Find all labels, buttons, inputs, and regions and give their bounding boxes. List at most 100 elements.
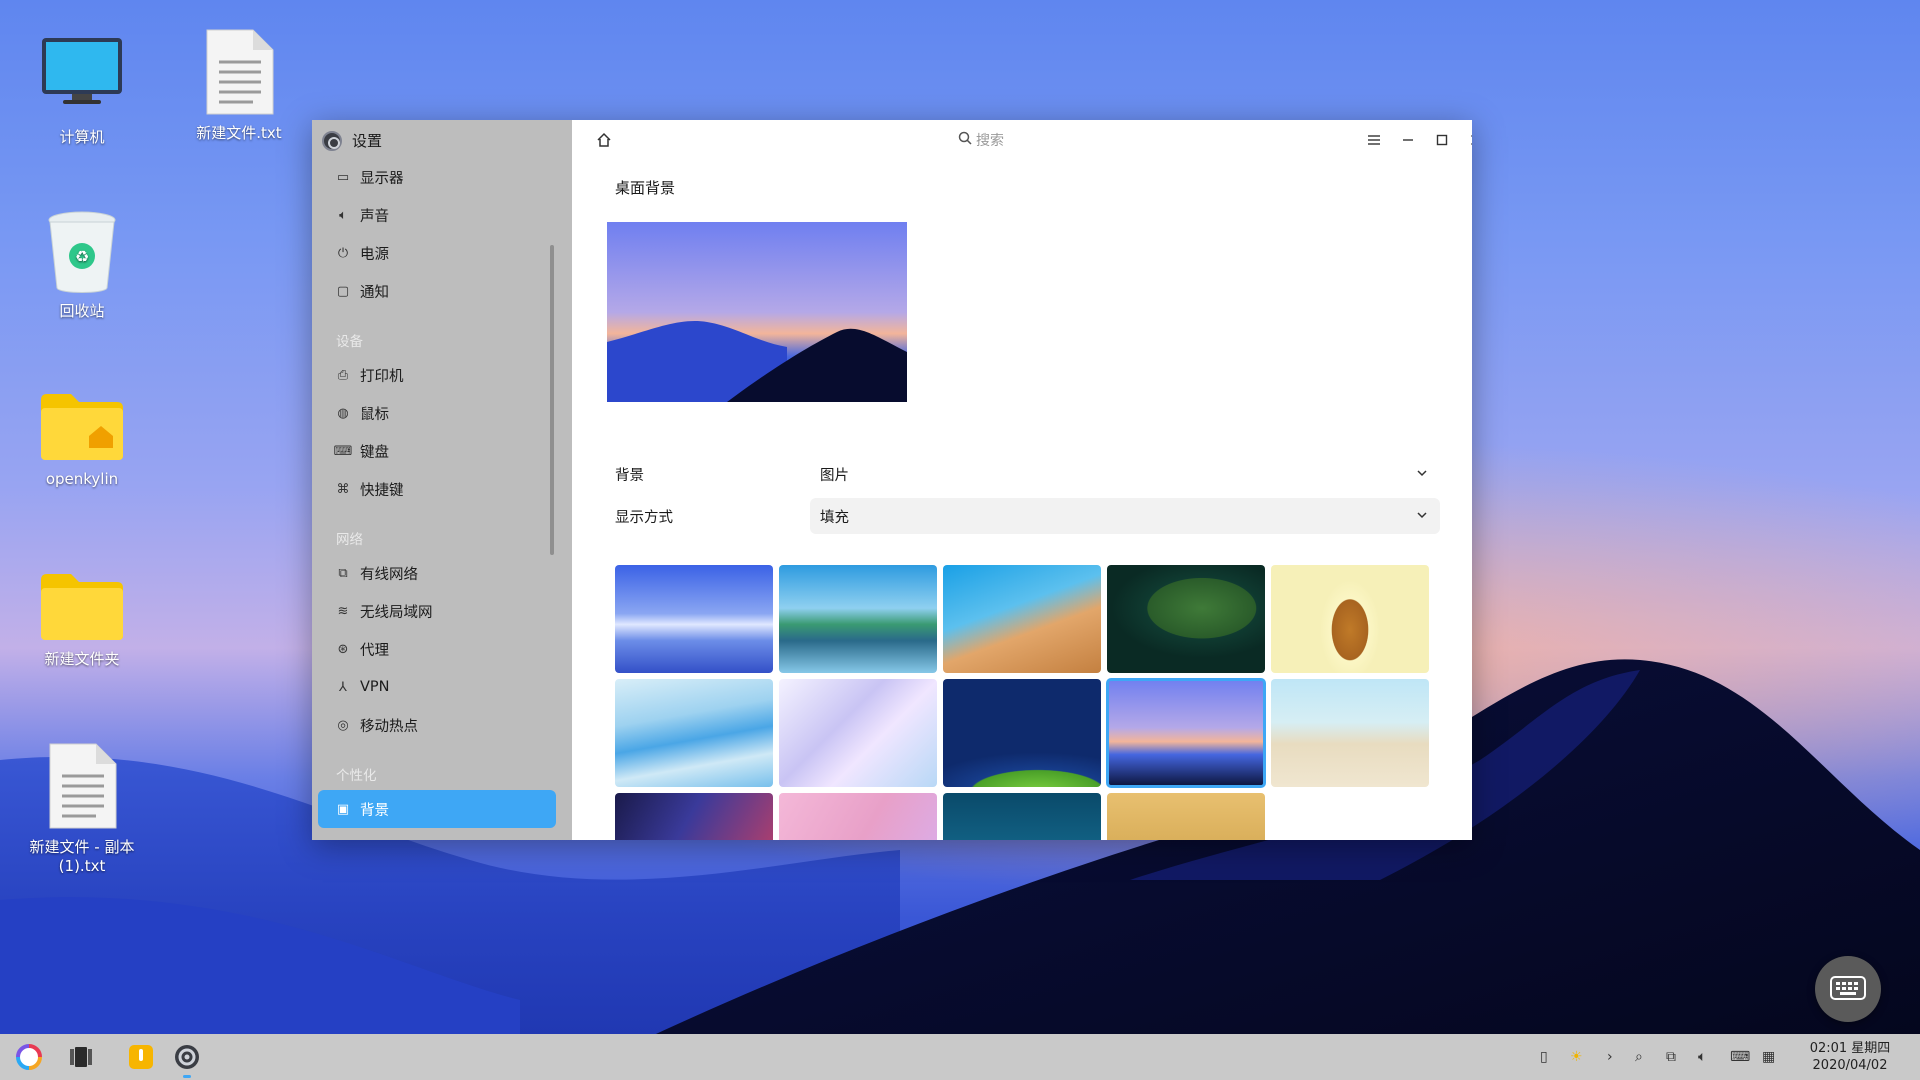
sidebar-item-keyboard[interactable]: ⌨ 键盘 [318,432,556,470]
section-title: 桌面背景 [615,179,676,197]
wallpaper-thumb-selected[interactable] [1106,678,1266,788]
wallpaper-thumb[interactable] [779,679,937,787]
desktop-icon-text-file[interactable]: 新建文件.txt [174,28,304,143]
svg-text:♻: ♻ [75,247,89,266]
clock-time: 02:01 星期四 [1809,1041,1891,1056]
hotspot-icon: ◎ [337,717,349,733]
wallpaper-thumb[interactable] [1107,793,1265,840]
sidebar-item-label: 有线网络 [360,566,418,583]
wallpaper-thumb[interactable] [779,565,937,673]
sidebar-item-hotspot[interactable]: ◎ 移动热点 [318,706,556,744]
sidebar-item-vpn[interactable]: ⅄ VPN [318,668,556,706]
background-type-value: 图片 [820,467,849,484]
wallpaper-thumb[interactable] [615,793,773,840]
settings-main: 搜索 桌面背景 背景 图片 显示方式 填充 [572,120,1472,840]
clock[interactable]: 02:01 星期四 2020/04/02 [1790,1040,1910,1074]
keyboard-layout-icon[interactable]: ⌨ [1730,1049,1750,1065]
settings-nav: ▭ 显示器 🔈︎ 声音 ⏻ 电源 ▢ 通知 设备 ⎙ 打印机 ◍ 鼠标 ⌨ 键盘 ⌘ 快捷键 网… [318,158,556,828]
wallpaper-thumb[interactable] [1271,565,1429,673]
sidebar-item-display[interactable]: ▭ 显示器 [318,158,556,196]
network-icon[interactable]: ⧉ [1666,1049,1676,1065]
desktop-icon-text-file-copy[interactable]: 新建文件 - 副本 (1).txt [17,742,147,876]
display-mode-row: 显示方式 填充 [615,498,1440,534]
image-icon: ▣ [336,801,350,817]
sidebar-item-label: 背景 [360,802,389,819]
display-mode-value: 填充 [820,509,849,526]
wallpaper-thumb[interactable] [779,793,937,840]
search-box[interactable]: 搜索 [958,130,1004,150]
start-menu-button[interactable] [12,1040,46,1074]
desktop-icon-recycle-bin[interactable]: ♻ 回收站 [17,210,147,321]
taskbar-app-file-manager[interactable] [124,1040,158,1074]
clock-date: 2020/04/02 [1812,1058,1888,1073]
sidebar-item-power[interactable]: ⏻ 电源 [318,234,556,272]
sidebar-item-label: VPN [360,679,390,695]
menu-button[interactable] [1364,130,1384,150]
folder-icon [39,572,125,644]
virtual-keyboard-button[interactable] [1815,956,1881,1022]
sidebar-item-label: 鼠标 [360,406,389,423]
clipboard-icon[interactable]: ▯ [1540,1049,1548,1065]
wallpaper-thumb[interactable] [615,679,773,787]
wallpaper-thumb[interactable] [943,565,1101,673]
expand-arrow-icon[interactable]: › [1607,1049,1613,1065]
taskbar-app-settings[interactable] [170,1040,204,1074]
sidebar-scrollbar[interactable] [550,245,554,555]
file-manager-icon [129,1045,153,1069]
sidebar-item-mouse[interactable]: ◍ 鼠标 [318,394,556,432]
wallpaper-thumb[interactable] [615,565,773,673]
keyboard-icon: ⌨ [333,443,353,459]
search-icon[interactable]: ⌕ [1635,1049,1643,1065]
sidebar-item-wired[interactable]: ⧉ 有线网络 [318,554,556,592]
display-mode-label: 显示方式 [615,510,673,526]
multitask-view-button[interactable] [64,1040,98,1074]
brightness-icon[interactable]: ☀ [1570,1049,1583,1065]
input-method-icon[interactable]: ▦ [1762,1049,1775,1065]
chevron-down-icon [1414,465,1430,481]
wallpaper-thumb[interactable] [1271,679,1429,787]
background-type-select[interactable]: 图片 [810,456,1440,492]
computer-icon [39,36,125,122]
proxy-icon: ⊛ [337,641,349,657]
sidebar-item-label: 无线局域网 [360,604,433,621]
sidebar-item-label: 显示器 [360,170,404,187]
active-app-indicator [183,1075,191,1078]
sidebar-item-notification[interactable]: ▢ 通知 [318,272,556,310]
desktop-icon-computer[interactable]: 计算机 [17,36,147,147]
nav-group-personalize: 个性化 [336,768,377,784]
text-file-icon [39,742,125,832]
wallpaper-thumb[interactable] [1107,565,1265,673]
nav-group-network: 网络 [336,532,363,548]
settings-sidebar: 设置 ▭ 显示器 🔈︎ 声音 ⏻ 电源 ▢ 通知 设备 ⎙ 打印机 ◍ 鼠标 ⌨ 键盘 ⌘ 快捷… [312,120,572,840]
desktop-icon-folder[interactable]: 新建文件夹 [17,572,147,669]
wallpaper-thumb[interactable] [943,793,1101,840]
text-file-icon [196,28,282,118]
close-button[interactable] [1466,130,1472,150]
volume-icon[interactable]: 🔈︎ [1698,1049,1706,1065]
desktop-icon-home-folder[interactable]: openkylin [17,392,147,489]
desktop-icon-label: 新建文件夹 [44,650,120,668]
sidebar-item-label: 打印机 [360,368,404,385]
maximize-button[interactable] [1432,130,1452,150]
sidebar-item-sound[interactable]: 🔈︎ 声音 [318,196,556,234]
desktop-icon-label: openkylin [45,470,119,488]
desktop-icon-label: 新建文件.txt [196,124,282,142]
chevron-down-icon [1414,507,1430,523]
home-icon[interactable] [596,132,612,148]
sidebar-item-background[interactable]: ▣ 背景 [318,790,556,828]
sidebar-header: 设置 [322,130,382,151]
message-icon: ▢ [336,283,350,299]
desktop-icon-label: 计算机 [59,128,105,146]
sidebar-item-wlan[interactable]: ≋ 无线局域网 [318,592,556,630]
shortcut-icon: ⌘ [336,481,350,497]
minimize-button[interactable] [1398,130,1418,150]
wallpaper-preview [607,222,907,402]
sidebar-item-printer[interactable]: ⎙ 打印机 [318,356,556,394]
search-icon [958,131,972,149]
desktop-icon-label: 回收站 [59,302,105,320]
sidebar-item-proxy[interactable]: ⊛ 代理 [318,630,556,668]
monitor-icon: ▭ [336,169,350,185]
sidebar-item-shortcuts[interactable]: ⌘ 快捷键 [318,470,556,508]
display-mode-select[interactable]: 填充 [810,498,1440,534]
wallpaper-thumb[interactable] [943,679,1101,787]
